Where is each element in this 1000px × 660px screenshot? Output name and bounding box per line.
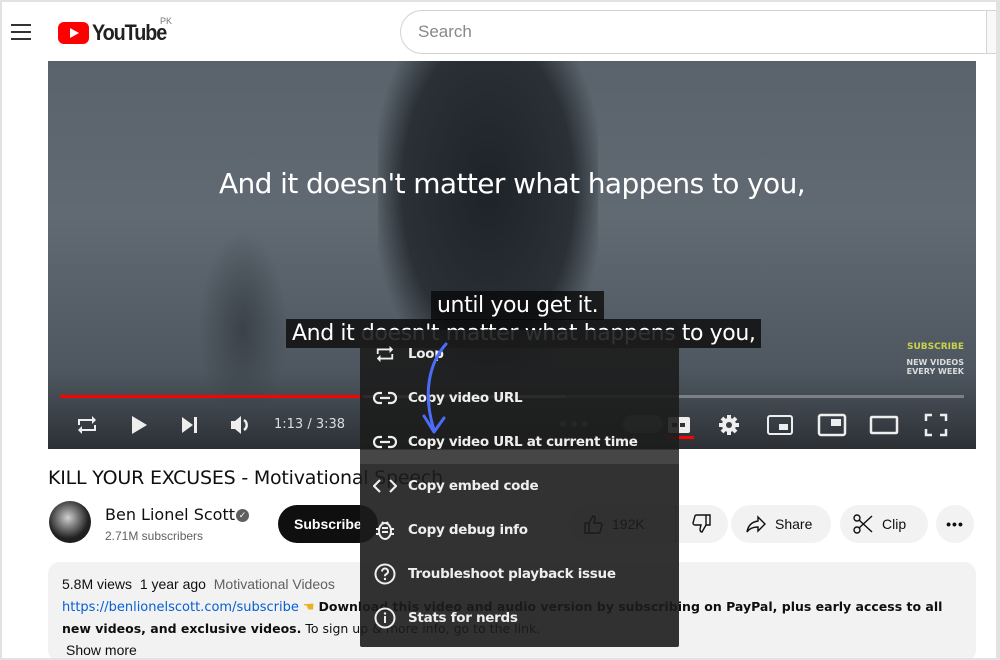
next-button[interactable] xyxy=(174,411,204,439)
menu-icon[interactable] xyxy=(11,24,31,40)
miniplayer-icon xyxy=(767,415,793,435)
endcard-line-2: EVERY WEEK xyxy=(906,367,964,376)
subscriber-count: 2.71M subscribers xyxy=(105,529,204,543)
menu-item-copy-video-url[interactable]: Copy video URL xyxy=(360,376,679,420)
theater-mode-button[interactable] xyxy=(866,411,902,439)
help-circle-icon xyxy=(374,563,396,585)
volume-button[interactable] xyxy=(226,411,256,439)
menu-item-copy-video-url-at-time[interactable]: Copy video URL at current time xyxy=(360,420,679,464)
pointing-hand-emoji-icon: ☚ xyxy=(302,599,315,614)
settings-icon xyxy=(719,415,739,435)
description-bold-text-2: new videos, and exclusive videos. xyxy=(62,621,302,636)
view-count: 5.8M views xyxy=(62,576,133,592)
description-meta: 5.8M views 1 year ago Motivational Video… xyxy=(62,576,335,592)
pip-icon xyxy=(817,413,847,437)
burned-in-caption: And it doesn't matter what happens to yo… xyxy=(218,167,806,200)
menu-item-stats-for-nerds[interactable]: Stats for nerds xyxy=(360,596,679,640)
link-icon xyxy=(373,391,397,405)
more-horizontal-icon: ••• xyxy=(946,516,964,532)
pip-button[interactable] xyxy=(814,411,850,439)
menu-item-label: Copy video URL at current time xyxy=(408,434,638,450)
verified-check-icon: ✓ xyxy=(236,509,249,522)
progress-played xyxy=(60,395,363,398)
loop-button[interactable] xyxy=(72,411,102,439)
menu-item-label: Copy debug info xyxy=(408,522,528,538)
youtube-watch-page: YouTube PK Search And it doesn't matter … xyxy=(2,2,996,658)
menu-item-label: Troubleshoot playback issue xyxy=(408,566,616,582)
thumbs-down-icon xyxy=(692,514,711,533)
video-tag[interactable]: Motivational Videos xyxy=(214,576,335,592)
subscribe-endcard[interactable]: SUBSCRIBE NEW VIDEOS EVERY WEEK xyxy=(906,342,964,377)
clip-button[interactable]: Clip xyxy=(840,505,928,543)
loop-icon xyxy=(376,345,394,363)
country-code: PK xyxy=(160,16,173,26)
subscribe-link[interactable]: https://benlionelscott.com/subscribe xyxy=(62,600,299,615)
play-button[interactable] xyxy=(124,411,154,439)
dislike-button[interactable] xyxy=(676,505,728,543)
player-context-menu: Loop Copy video URL Copy video URL at cu… xyxy=(360,330,679,647)
search-button[interactable] xyxy=(986,10,996,54)
video-frame-background-figure xyxy=(198,231,288,431)
show-more-button[interactable]: Show more xyxy=(66,642,137,658)
loop-icon xyxy=(78,416,96,434)
youtube-play-logo-icon xyxy=(58,22,89,44)
info-icon xyxy=(374,607,396,629)
closed-caption-line-1: until you get it. xyxy=(431,291,605,320)
play-icon xyxy=(132,416,147,434)
menu-item-troubleshoot[interactable]: Troubleshoot playback issue xyxy=(360,552,679,596)
more-actions-button[interactable]: ••• xyxy=(936,505,974,543)
clip-label: Clip xyxy=(882,516,907,532)
share-button[interactable]: Share xyxy=(731,505,831,543)
menu-item-label: Loop xyxy=(408,346,444,362)
endcard-subscribe: SUBSCRIBE xyxy=(906,342,964,352)
endcard-line-1: NEW VIDEOS xyxy=(906,358,964,367)
menu-item-copy-debug-info[interactable]: Copy debug info xyxy=(360,508,679,552)
menu-item-label: Copy video URL xyxy=(408,390,523,406)
settings-button[interactable] xyxy=(712,411,746,439)
fullscreen-icon xyxy=(924,413,948,437)
bug-icon xyxy=(376,521,394,540)
next-icon xyxy=(182,417,197,433)
menu-item-label: Stats for nerds xyxy=(408,610,518,626)
time-display: 1:13 / 3:38 xyxy=(274,417,346,432)
channel-name[interactable]: Ben Lionel Scott xyxy=(105,505,235,524)
share-label: Share xyxy=(775,516,813,532)
theater-icon xyxy=(869,415,899,435)
fullscreen-button[interactable] xyxy=(918,411,954,439)
menu-item-loop[interactable]: Loop xyxy=(360,332,679,376)
link-icon xyxy=(373,435,397,449)
miniplayer-button[interactable] xyxy=(762,411,798,439)
search-input[interactable]: Search xyxy=(400,10,992,54)
embed-code-icon xyxy=(373,479,397,493)
youtube-logo[interactable]: YouTube xyxy=(58,20,174,46)
upload-age: 1 year ago xyxy=(139,576,206,592)
logo-text: YouTube xyxy=(92,20,167,45)
channel-avatar[interactable] xyxy=(49,501,91,543)
menu-item-label: Copy embed code xyxy=(408,478,539,494)
scissors-icon xyxy=(853,514,873,534)
menu-item-copy-embed-code[interactable]: Copy embed code xyxy=(360,464,679,508)
volume-icon xyxy=(231,416,248,434)
share-icon xyxy=(746,515,766,533)
